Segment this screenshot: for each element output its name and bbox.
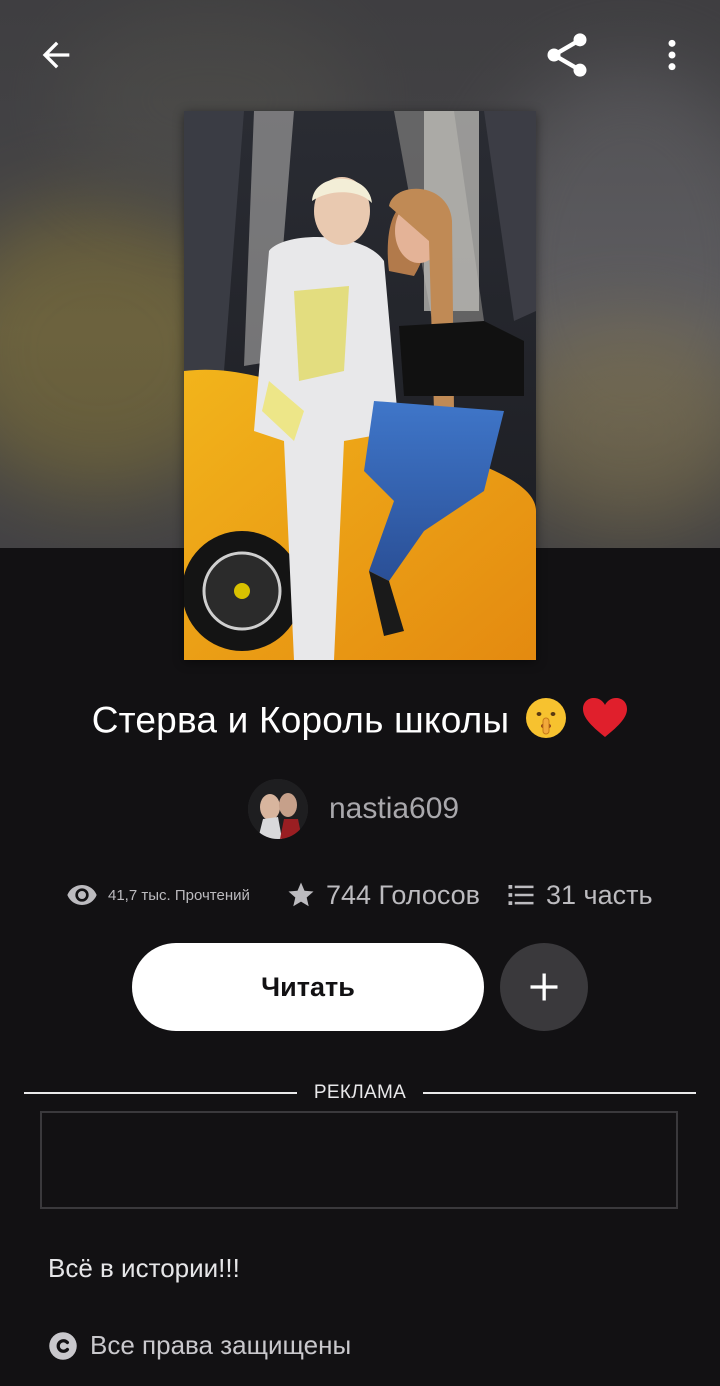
story-title: Стерва и Король школы (0, 696, 720, 749)
author-row[interactable]: nastia609 (248, 778, 459, 840)
ad-slot[interactable] (40, 1111, 678, 1209)
share-icon (547, 33, 587, 77)
story-detail-screen: Стерва и Король школы nastia609 41,7 тыс… (0, 0, 720, 1386)
add-to-library-button[interactable] (500, 943, 588, 1031)
reads-count: 41,7 тыс. Прочтений (108, 886, 250, 904)
cover-illustration (184, 111, 536, 660)
votes-stat: 744 Голосов (286, 872, 480, 918)
read-button[interactable]: Читать (132, 943, 484, 1031)
arrow-left-icon (42, 41, 70, 69)
list-icon (508, 885, 534, 905)
ad-label: РЕКЛАМА (313, 1082, 407, 1103)
reads-stat: 41,7 тыс. Прочтений (66, 872, 250, 918)
parts-stat[interactable]: 31 часть (506, 872, 653, 918)
shushing-face-emoji-icon (524, 696, 568, 749)
plus-icon (530, 973, 558, 1001)
votes-count: 744 Голосов (326, 879, 481, 910)
ad-divider-right (423, 1092, 696, 1094)
eye-icon (67, 885, 97, 905)
star-icon (288, 882, 314, 907)
back-button[interactable] (24, 23, 88, 87)
ad-divider-left (24, 1092, 297, 1094)
more-options-button[interactable] (640, 23, 704, 87)
author-avatar[interactable] (248, 779, 308, 839)
red-heart-emoji-icon (582, 697, 628, 748)
author-name[interactable]: nastia609 (329, 792, 459, 826)
copyright-icon (49, 1331, 77, 1360)
copyright-row: Все права защищены (48, 1330, 351, 1361)
more-vertical-icon (668, 39, 676, 71)
parts-count[interactable]: 31 часть (546, 880, 653, 911)
story-stats: 41,7 тыс. Прочтений 744 Голосов 31 часть (66, 872, 686, 918)
top-bar (0, 0, 720, 110)
story-cover-image[interactable] (184, 111, 536, 660)
copyright-text: Все права защищены (90, 1330, 352, 1360)
story-title-text: Стерва и Король школы (91, 699, 510, 741)
share-button[interactable] (535, 23, 599, 87)
story-description: Всё в истории!!! (48, 1253, 240, 1283)
